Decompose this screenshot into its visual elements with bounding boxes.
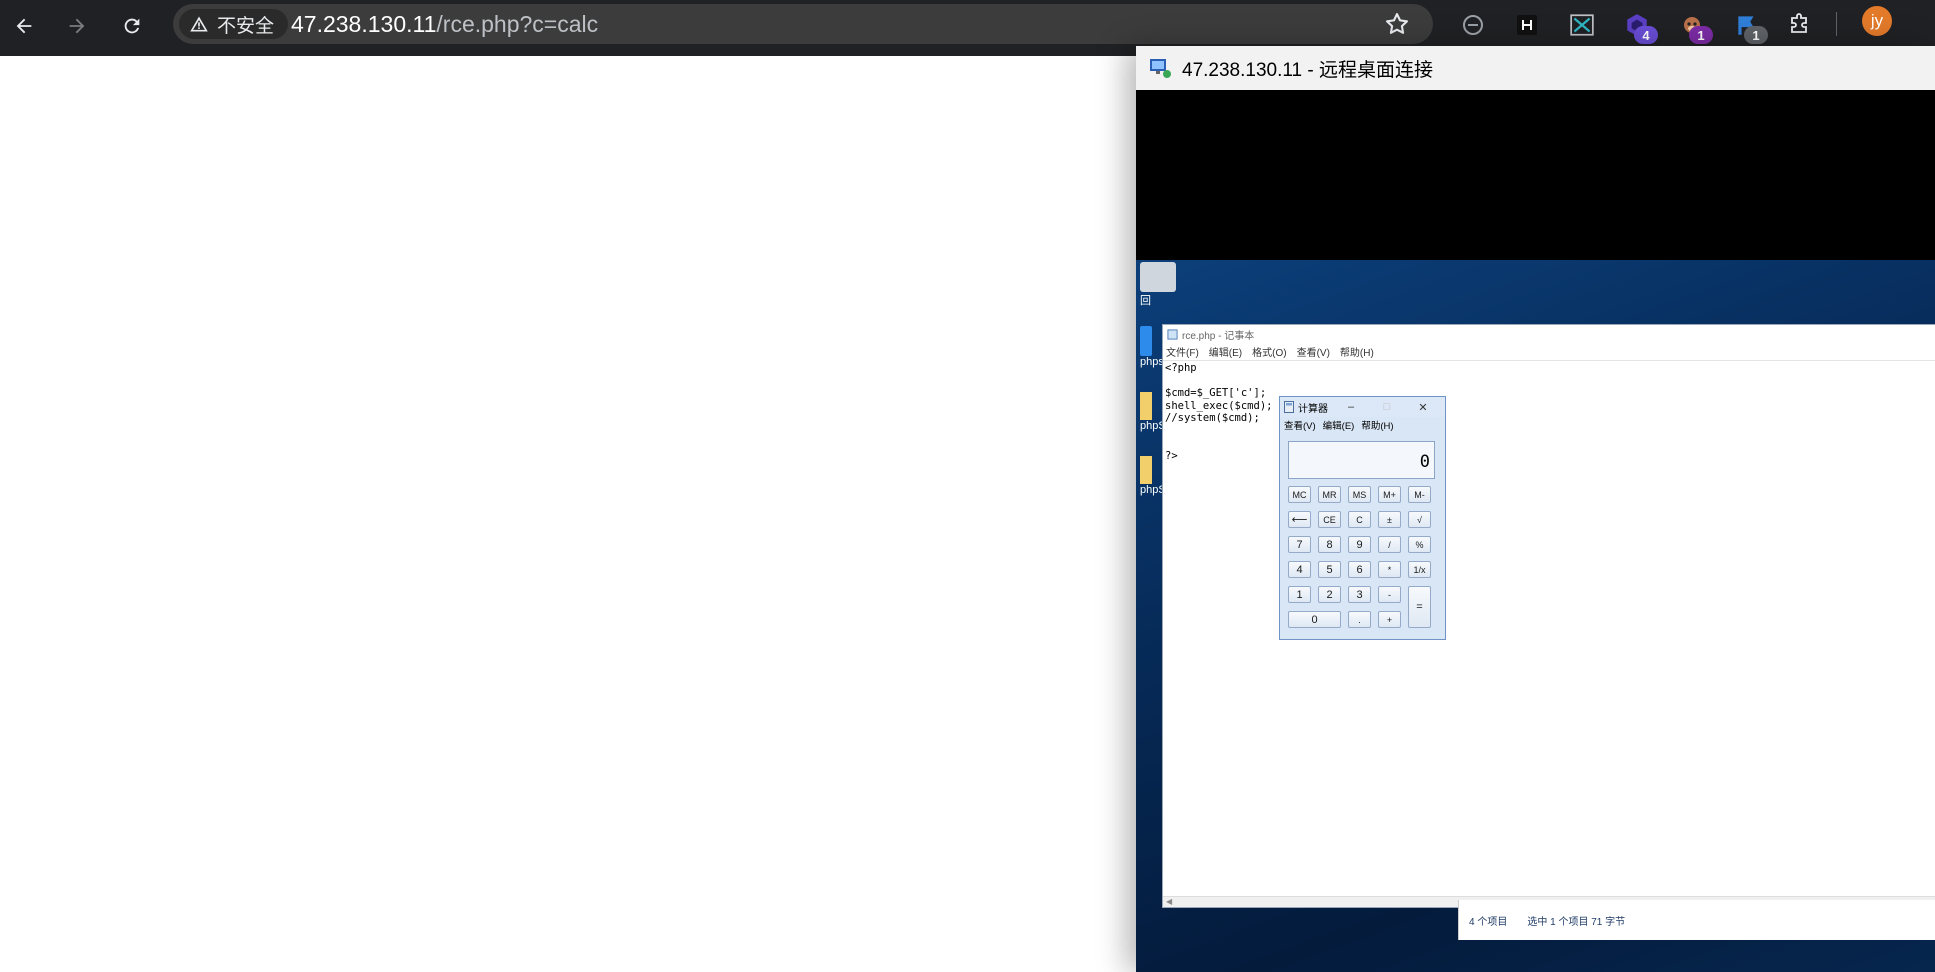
calc-menu-view[interactable]: 查看(V)	[1284, 418, 1316, 432]
extension-blue-button[interactable]: 1	[1730, 8, 1768, 44]
key-multiply[interactable]: *	[1378, 561, 1401, 578]
h-logo-icon	[1517, 15, 1537, 35]
key-8[interactable]: 8	[1318, 536, 1341, 553]
key-plus-minus[interactable]: ±	[1378, 511, 1401, 528]
calculator-minimize-button[interactable]: –	[1340, 397, 1362, 417]
key-subtract[interactable]: -	[1378, 586, 1401, 603]
menu-view[interactable]: 查看(V)	[1297, 344, 1330, 359]
key-equals[interactable]: =	[1408, 586, 1431, 628]
notepad-title: rce.php - 记事本	[1182, 330, 1255, 342]
extension-purple-button[interactable]: 4	[1620, 8, 1658, 44]
calculator-display: 0	[1288, 441, 1435, 479]
menu-file[interactable]: 文件(F)	[1166, 344, 1199, 359]
back-button[interactable]	[4, 6, 44, 46]
key-mc[interactable]: MC	[1288, 486, 1311, 503]
key-sqrt[interactable]: √	[1408, 511, 1431, 528]
key-c[interactable]: C	[1348, 511, 1371, 528]
reload-button[interactable]	[112, 6, 152, 46]
key-1[interactable]: 1	[1288, 586, 1311, 603]
calc-menu-edit[interactable]: 编辑(E)	[1323, 418, 1355, 432]
key-5[interactable]: 5	[1318, 561, 1341, 578]
url-host: 47.238.130.11	[291, 11, 437, 37]
key-decimal[interactable]: .	[1348, 611, 1371, 628]
desktop-icon-label: 回	[1140, 295, 1151, 307]
key-m-minus[interactable]: M-	[1408, 486, 1431, 503]
key-0[interactable]: 0	[1288, 611, 1341, 628]
extension-badge: 1	[1689, 26, 1713, 44]
calculator-maximize-button[interactable]: □	[1376, 397, 1398, 417]
key-backspace[interactable]: ⟵	[1288, 511, 1311, 528]
close-icon: ✕	[1418, 401, 1428, 414]
folder-icon	[1140, 456, 1152, 484]
maximize-icon: □	[1383, 401, 1391, 413]
key-reciprocal[interactable]: 1/x	[1408, 561, 1431, 578]
key-7[interactable]: 7	[1288, 536, 1311, 553]
circle-minus-icon	[1463, 15, 1483, 35]
calculator-close-button[interactable]: ✕	[1412, 397, 1434, 417]
menu-format[interactable]: 格式(O)	[1252, 344, 1286, 359]
toolbar-divider	[1836, 12, 1837, 36]
explorer-status-bar: 4 个项目 选中 1 个项目 71 字节	[1458, 900, 1935, 940]
notepad-icon	[1167, 328, 1178, 340]
selection-info: 选中 1 个项目 71 字节	[1527, 916, 1626, 928]
remote-desktop: 回 phps phpS phpS rce.php - 记事本 文件(F) 编辑(…	[1136, 260, 1935, 972]
bookmark-star-button[interactable]	[1383, 10, 1411, 38]
key-4[interactable]: 4	[1288, 561, 1311, 578]
menu-help[interactable]: 帮助(H)	[1340, 344, 1374, 359]
key-3[interactable]: 3	[1348, 586, 1371, 603]
extension-badge: 4	[1634, 26, 1658, 44]
minimize-icon: –	[1347, 401, 1355, 413]
key-mr[interactable]: MR	[1318, 486, 1341, 503]
scroll-left-arrow-icon: ◀	[1166, 897, 1173, 906]
menu-edit[interactable]: 编辑(E)	[1209, 344, 1242, 359]
notepad-window: rce.php - 记事本 文件(F) 编辑(E) 格式(O) 查看(V) 帮助…	[1162, 324, 1935, 908]
extension-scissors-button[interactable]	[1565, 8, 1599, 42]
forward-arrow-icon	[69, 18, 85, 34]
security-label: 不安全	[217, 15, 275, 37]
key-6[interactable]: 6	[1348, 561, 1371, 578]
url-text[interactable]: 47.238.130.11/rce.php?c=calc	[291, 4, 598, 44]
remote-desktop-window: 47.238.130.11 - 远程桌面连接 回 phps phpS phpS …	[1136, 46, 1935, 972]
notepad-menubar: 文件(F) 编辑(E) 格式(O) 查看(V) 帮助(H)	[1163, 343, 1935, 361]
recycle-bin-icon	[1140, 262, 1176, 292]
warning-icon	[190, 16, 208, 32]
desktop-icon-recycle-bin[interactable]: 回	[1140, 262, 1180, 308]
notepad-titlebar: rce.php - 记事本	[1163, 325, 1935, 343]
profile-avatar[interactable]: jy	[1862, 6, 1892, 36]
star-icon	[1386, 13, 1408, 34]
security-chip[interactable]: 不安全	[179, 9, 289, 39]
rdp-title: 47.238.130.11 - 远程桌面连接	[1182, 59, 1433, 81]
key-2[interactable]: 2	[1318, 586, 1341, 603]
key-ce[interactable]: CE	[1318, 511, 1341, 528]
extension-monkey-button[interactable]: 1	[1675, 8, 1713, 44]
back-arrow-icon	[16, 18, 32, 34]
address-bar[interactable]: 不安全 47.238.130.11/rce.php?c=calc	[173, 4, 1433, 44]
key-divide[interactable]: /	[1378, 536, 1401, 553]
folder-icon	[1140, 392, 1152, 420]
item-count: 4 个项目	[1469, 916, 1508, 928]
calculator-menubar: 查看(V) 编辑(E) 帮助(H)	[1280, 417, 1445, 433]
extension-h-button[interactable]	[1510, 8, 1544, 42]
calculator-window: 计算器 – □ ✕ 查看(V) 编辑(E) 帮助(H) 0 MC MR MS M…	[1279, 396, 1446, 640]
puzzle-icon	[1791, 13, 1807, 33]
rdp-titlebar: 47.238.130.11 - 远程桌面连接	[1136, 46, 1935, 90]
calculator-icon	[1284, 401, 1294, 413]
desktop-icon-label: phps	[1140, 356, 1164, 368]
key-add[interactable]: +	[1378, 611, 1401, 628]
key-percent[interactable]: %	[1408, 536, 1431, 553]
scissors-icon	[1570, 14, 1594, 36]
extension-badge: 1	[1744, 26, 1768, 44]
extension-minus-button[interactable]	[1456, 8, 1490, 42]
key-9[interactable]: 9	[1348, 536, 1371, 553]
extensions-menu-button[interactable]	[1782, 8, 1816, 42]
url-path: /rce.php?c=calc	[436, 11, 599, 37]
key-ms[interactable]: MS	[1348, 486, 1371, 503]
calc-menu-help[interactable]: 帮助(H)	[1361, 418, 1393, 432]
rdp-connection-icon	[1150, 59, 1171, 78]
key-m-plus[interactable]: M+	[1378, 486, 1401, 503]
phpstudy-icon	[1140, 326, 1152, 356]
calculator-title: 计算器	[1298, 403, 1328, 415]
reload-icon	[124, 18, 140, 34]
forward-button[interactable]	[57, 6, 97, 46]
